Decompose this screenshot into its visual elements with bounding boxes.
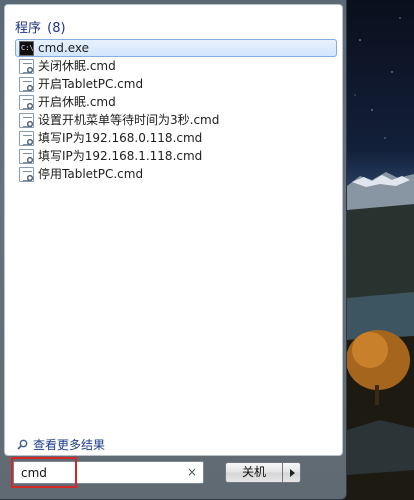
result-item-enable-tabletpc[interactable]: 开启TabletPC.cmd <box>15 75 337 93</box>
group-header-title: 程序 <box>15 21 42 36</box>
result-item-label: 停用TabletPC.cmd <box>38 167 144 181</box>
shutdown-button[interactable]: 关机 <box>225 462 283 483</box>
result-item-ip-1-118[interactable]: 填写IP为192.168.1.118.cmd <box>15 147 337 165</box>
group-header-count: (8) <box>47 21 66 36</box>
result-item-label: 填写IP为192.168.1.118.cmd <box>38 149 203 163</box>
search-results-panel: 程序 (8) C:\ cmd.exe 关闭休眠.cmd 开启TabletPC.c… <box>4 4 343 456</box>
shutdown-control: 关机 <box>225 462 301 483</box>
script-icon <box>19 149 34 164</box>
results-list: C:\ cmd.exe 关闭休眠.cmd 开启TabletPC.cmd 开启休眠… <box>15 39 337 183</box>
script-icon <box>19 95 34 110</box>
script-icon <box>19 59 34 74</box>
annotation-highlight-box <box>11 457 77 488</box>
result-item-label: 填写IP为192.168.0.118.cmd <box>38 131 203 145</box>
see-more-label: 查看更多结果 <box>33 438 106 452</box>
result-item-label: 开启TabletPC.cmd <box>38 77 144 91</box>
result-item-label: 关闭休眠.cmd <box>38 59 116 73</box>
search-icon <box>17 439 28 450</box>
results-group-header: 程序 (8) <box>15 17 66 36</box>
see-more-results-link[interactable]: 查看更多结果 <box>17 437 105 453</box>
result-item-label: 设置开机菜单等待时间为3秒.cmd <box>38 113 220 127</box>
chevron-right-icon[interactable] <box>282 462 301 483</box>
result-item-cmd-exe[interactable]: C:\ cmd.exe <box>15 39 337 57</box>
result-item-disable-hibernate[interactable]: 关闭休眠.cmd <box>15 57 337 75</box>
script-icon <box>19 131 34 146</box>
start-menu: 程序 (8) C:\ cmd.exe 关闭休眠.cmd 开启TabletPC.c… <box>0 0 347 500</box>
script-icon <box>19 113 34 128</box>
result-item-boot-menu-timeout[interactable]: 设置开机菜单等待时间为3秒.cmd <box>15 111 337 129</box>
script-icon <box>19 77 34 92</box>
cmd-icon: C:\ <box>19 41 34 56</box>
script-icon <box>19 167 34 182</box>
result-item-disable-tabletpc[interactable]: 停用TabletPC.cmd <box>15 165 337 183</box>
result-item-ip-0-118[interactable]: 填写IP为192.168.0.118.cmd <box>15 129 337 147</box>
result-item-label: cmd.exe <box>38 41 90 55</box>
clear-search-button[interactable]: × <box>185 464 199 481</box>
result-item-label: 开启休眠.cmd <box>38 95 116 109</box>
result-item-enable-hibernate[interactable]: 开启休眠.cmd <box>15 93 337 111</box>
